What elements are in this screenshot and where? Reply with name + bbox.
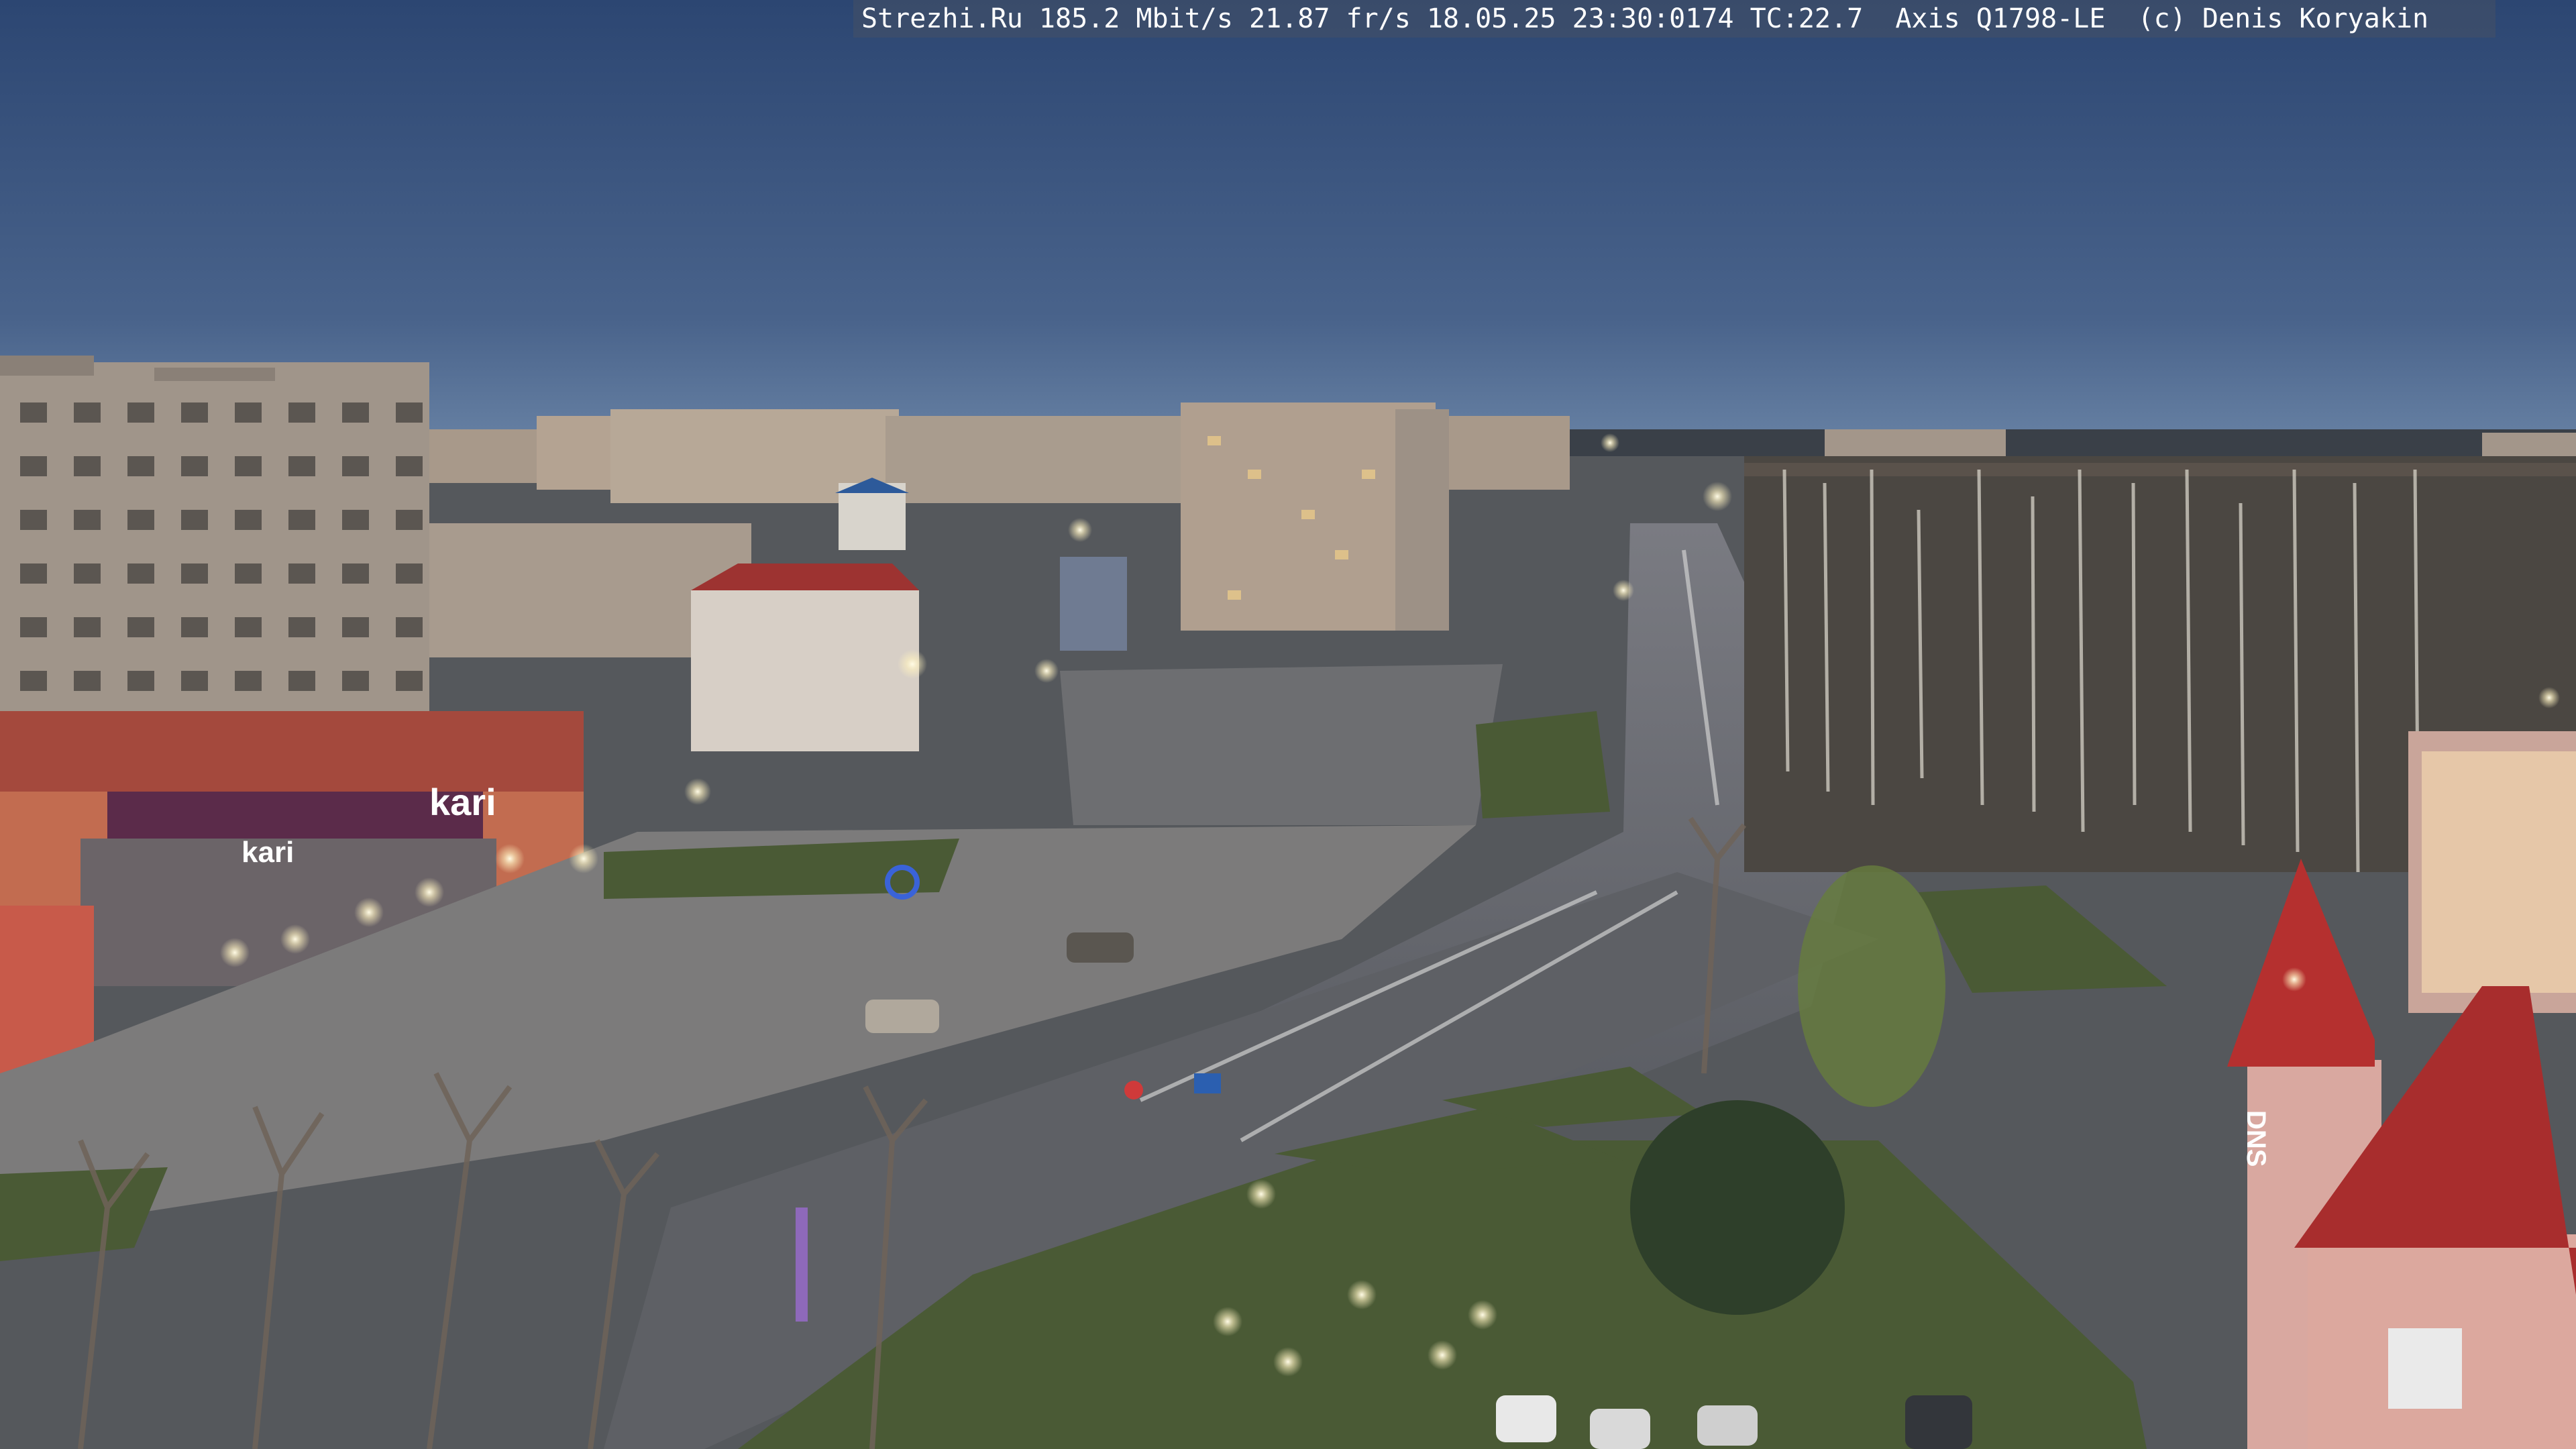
overlay-framerate: 21.87 fr/s	[1249, 3, 1411, 34]
shop-sign-large: kari	[429, 781, 496, 823]
overlay-site: Strezhi.Ru	[861, 3, 1023, 34]
webcam-scene: kari kari DNS Strezhi.Ru 185.2 Mbit/s 21…	[0, 0, 2576, 1449]
overlay-bitrate: 185.2 Mbit/s	[1038, 3, 1233, 34]
overlay-camera: Axis Q1798-LE	[1895, 3, 2106, 34]
overlay-datetime: 18.05.25 23:30:0174	[1426, 3, 1734, 34]
dns-sign: DNS	[2241, 1110, 2271, 1167]
shop-sign-small: kari	[241, 836, 294, 869]
camera-overlay-bar: Strezhi.Ru 185.2 Mbit/s 21.87 fr/s 18.05…	[853, 0, 2496, 38]
main-square-upper	[1060, 664, 1503, 825]
overlay-credit: (c) Denis Koryakin	[2137, 3, 2429, 34]
scene-drawing: kari kari DNS	[0, 0, 2576, 1449]
overlay-tc: TC:22.7	[1750, 3, 1864, 34]
